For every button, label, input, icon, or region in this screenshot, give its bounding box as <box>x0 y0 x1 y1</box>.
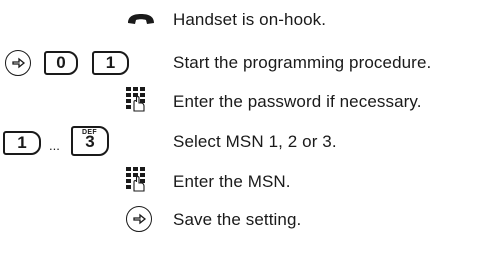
key-3-letters: DEF <box>82 129 97 136</box>
step-enter-msn: Enter the MSN. <box>0 162 494 198</box>
handset-icon <box>128 14 154 24</box>
step-icon-cell: 0 1 <box>0 44 158 80</box>
step-save-setting: Save the setting. <box>0 200 494 236</box>
step-text: Select MSN 1, 2 or 3. <box>173 132 337 151</box>
step-text: Enter the password if necessary. <box>173 92 422 111</box>
step-icon-cell <box>0 4 158 40</box>
function-key-icon <box>126 206 152 232</box>
function-key-icon <box>5 50 31 76</box>
step-handset-on-hook: Handset is on-hook. <box>0 4 494 40</box>
step-text: Save the setting. <box>173 210 302 229</box>
step-enter-password: Enter the password if necessary. <box>0 82 494 118</box>
key-1: 1 <box>3 131 41 155</box>
keypad-hand-icon <box>126 87 145 112</box>
step-text: Start the programming procedure. <box>173 53 432 72</box>
step-select-msn: 1 ... 3 DEF Select MSN 1, 2 or 3. <box>0 122 494 158</box>
step-icon-cell <box>0 162 158 198</box>
key-1: 1 <box>92 51 129 75</box>
step-icon-cell <box>0 82 158 118</box>
step-start-programming: 0 1 Start the programming procedure. <box>0 44 494 80</box>
keypad-hand-icon <box>126 167 145 192</box>
key-0: 0 <box>44 51 78 75</box>
step-icon-cell <box>0 200 158 236</box>
step-icon-cell: 1 ... 3 DEF <box>0 122 158 158</box>
step-text: Handset is on-hook. <box>173 10 327 29</box>
ellipsis: ... <box>49 138 60 153</box>
step-text: Enter the MSN. <box>173 172 291 191</box>
